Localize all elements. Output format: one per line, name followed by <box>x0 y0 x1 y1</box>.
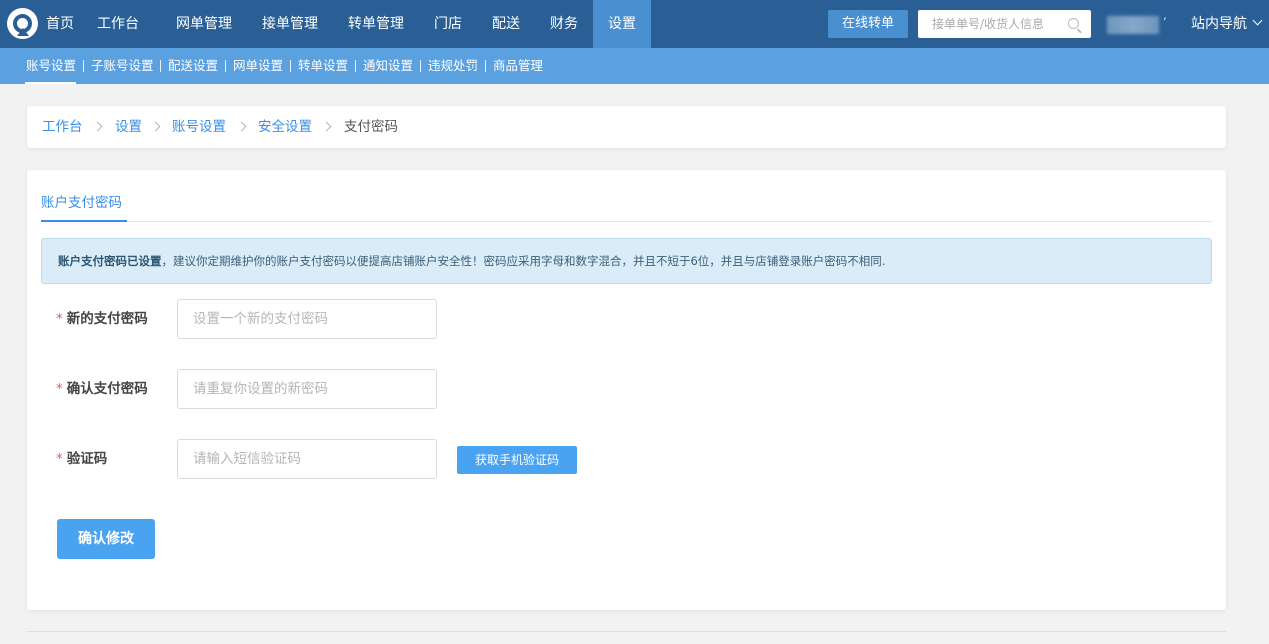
chevron-right-icon <box>321 121 332 132</box>
sms-code-label: * 验证码 <box>56 451 108 467</box>
get-sms-code-button[interactable]: 获取手机验证码 <box>457 446 577 474</box>
alert-strong-text: 账户支付密码已设置 <box>58 254 162 268</box>
sub-navbar: 账号设置 子账号设置 配送设置 网单设置 转单设置 通知设置 违规处罚 商品管理 <box>0 48 1269 84</box>
required-mark: * <box>56 311 63 327</box>
chevron-right-icon <box>236 121 247 132</box>
payment-password-panel: 账户支付密码 账户支付密码已设置，建议你定期维护你的账户支付密码以便提高店铺账户… <box>27 170 1226 610</box>
sms-code-field[interactable] <box>178 440 436 478</box>
confirm-password-field[interactable] <box>178 370 436 408</box>
new-password-label: * 新的支付密码 <box>56 311 148 327</box>
breadcrumb-security-settings[interactable]: 安全设置 <box>258 106 312 148</box>
chevron-down-icon <box>1252 15 1263 26</box>
alert-text: ，建议你定期维护你的账户支付密码以便提高店铺账户安全性！密码应采用字母和数字混合… <box>161 254 886 268</box>
nav-item-settings[interactable]: 设置 <box>593 0 651 48</box>
site-nav-dropdown[interactable]: 站内导航 <box>1191 0 1263 48</box>
tab-active-indicator <box>41 220 127 222</box>
subnav-divider <box>485 60 486 72</box>
site-nav-label: 站内导航 <box>1191 16 1247 32</box>
subnav-notification-settings[interactable]: 通知设置 <box>363 48 413 84</box>
nav-item-receive-orders[interactable]: 接单管理 <box>248 0 332 48</box>
confirm-password-field-wrapper <box>177 369 437 409</box>
required-mark: * <box>56 451 63 467</box>
subnav-account-settings[interactable]: 账号设置 <box>26 48 76 84</box>
nav-item-transfer-orders[interactable]: 转单管理 <box>334 0 418 48</box>
nav-item-stores[interactable]: 门店 <box>420 0 476 48</box>
subnav-divider <box>290 60 291 72</box>
breadcrumb-account-settings[interactable]: 账号设置 <box>172 106 226 148</box>
online-transfer-button[interactable]: 在线转单 <box>828 10 908 38</box>
search-icon[interactable] <box>1068 18 1079 29</box>
required-mark: * <box>56 381 63 397</box>
subnav-product-management[interactable]: 商品管理 <box>493 48 543 84</box>
nav-item-workbench[interactable]: 工作台 <box>90 0 146 48</box>
confirm-change-button[interactable]: 确认修改 <box>57 519 155 559</box>
nav-item-home[interactable]: 首页 <box>38 0 82 48</box>
footer-divider <box>27 631 1226 632</box>
subnav-divider <box>160 60 161 72</box>
chevron-right-icon <box>92 121 103 132</box>
sms-code-field-wrapper <box>177 439 437 479</box>
avatar[interactable] <box>1107 16 1159 34</box>
subnav-active-indicator <box>25 82 76 84</box>
breadcrumb-settings[interactable]: 设置 <box>115 106 142 148</box>
subnav-delivery-settings[interactable]: 配送设置 <box>168 48 218 84</box>
nav-item-delivery[interactable]: 配送 <box>478 0 534 48</box>
tab-divider <box>41 221 1212 222</box>
subnav-divider <box>83 60 84 72</box>
nav-item-online-orders[interactable]: 网单管理 <box>162 0 246 48</box>
info-alert: 账户支付密码已设置，建议你定期维护你的账户支付密码以便提高店铺账户安全性！密码应… <box>41 238 1212 284</box>
confirm-password-label: * 确认支付密码 <box>56 381 148 397</box>
chevron-right-icon <box>150 121 161 132</box>
logo-icon[interactable] <box>7 8 38 39</box>
new-password-field-wrapper <box>177 299 437 339</box>
user-caret-icon: ‘ <box>1163 15 1167 29</box>
breadcrumb-payment-password: 支付密码 <box>344 119 398 135</box>
nav-item-finance[interactable]: 财务 <box>536 0 592 48</box>
subnav-online-order-settings[interactable]: 网单设置 <box>233 48 283 84</box>
breadcrumb: 工作台 设置 账号设置 安全设置 支付密码 <box>27 106 1226 148</box>
subnav-violation-penalty[interactable]: 违规处罚 <box>428 48 478 84</box>
breadcrumb-workbench[interactable]: 工作台 <box>42 106 83 148</box>
subnav-divider <box>225 60 226 72</box>
new-password-field[interactable] <box>178 300 436 338</box>
search-input[interactable] <box>918 10 1068 38</box>
subnav-sub-account-settings[interactable]: 子账号设置 <box>91 48 154 84</box>
subnav-divider <box>420 60 421 72</box>
subnav-transfer-settings[interactable]: 转单设置 <box>298 48 348 84</box>
subnav-divider <box>355 60 356 72</box>
search-box <box>918 10 1091 38</box>
top-navbar: 首页 工作台 网单管理 接单管理 转单管理 门店 配送 财务 设置 在线转单 ‘… <box>0 0 1269 48</box>
